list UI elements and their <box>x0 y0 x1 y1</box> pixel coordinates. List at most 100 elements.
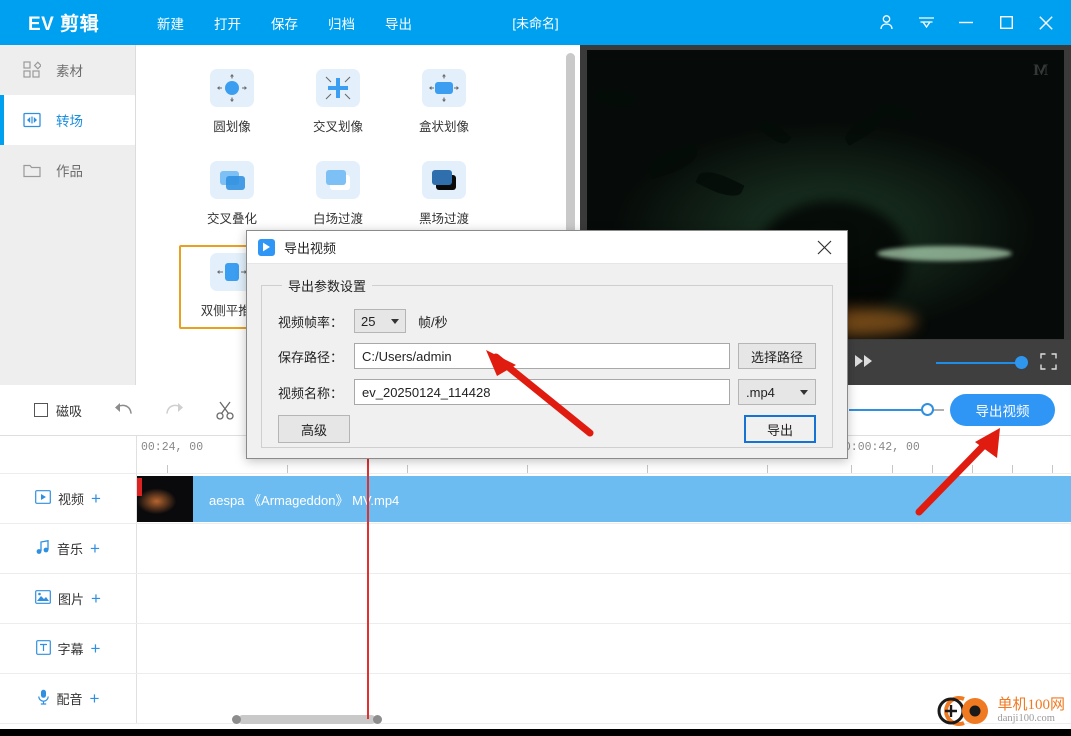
music-icon <box>36 539 50 558</box>
menu-open[interactable]: 打开 <box>212 9 243 37</box>
main-menu-icon[interactable] <box>915 12 937 34</box>
transition-item-box-wipe[interactable]: 盒状划像 <box>391 61 497 145</box>
white-fade-icon <box>316 161 360 199</box>
clip-edge-marker <box>137 478 142 496</box>
magnet-label: 磁吸 <box>56 403 83 419</box>
track-label-voiceover[interactable]: 配音 + <box>0 674 137 723</box>
chevron-down-icon <box>391 318 399 324</box>
zoom-slider-tail <box>934 409 944 411</box>
track-body-image[interactable] <box>137 574 1071 623</box>
minimize-icon[interactable] <box>955 12 977 34</box>
menu-export[interactable]: 导出 <box>383 9 414 37</box>
track-label-image[interactable]: 图片 + <box>0 574 137 623</box>
track-label-video[interactable]: 视频 + <box>0 474 137 523</box>
menu-archive[interactable]: 归档 <box>326 9 357 37</box>
track-name: 字幕 <box>57 642 84 657</box>
fullscreen-icon[interactable] <box>1040 352 1057 373</box>
fps-select[interactable]: 25 <box>354 309 406 333</box>
sidebar-item-works[interactable]: 作品 <box>0 145 135 195</box>
clip-name: aespa 《Armageddon》 MV.mp4 <box>209 492 400 508</box>
track-body-subtitle[interactable] <box>137 624 1071 673</box>
window-controls <box>875 0 1057 45</box>
volume-slider-handle[interactable] <box>1015 355 1028 369</box>
ruler-tick <box>767 465 768 473</box>
advanced-button[interactable]: 高级 <box>278 415 350 443</box>
playhead[interactable] <box>361 418 375 719</box>
ruler-tick <box>972 465 973 473</box>
transition-item-black-fade[interactable]: 黑场过渡 <box>391 153 497 237</box>
black-fade-icon <box>422 161 466 199</box>
sidebar-item-material[interactable]: 素材 <box>0 45 135 95</box>
ruler-tick <box>1012 465 1013 473</box>
track-body-video[interactable]: aespa 《Armageddon》 MV.mp4 <box>137 474 1071 523</box>
export-dialog-icon <box>258 238 275 256</box>
preview-light-right <box>877 246 1012 261</box>
video-name-row: 视频名称： ev_20250124_114428 .mp4 <box>278 379 816 405</box>
transition-label: 盒状划像 <box>418 120 469 134</box>
dialog-export-button[interactable]: 导出 <box>744 415 816 443</box>
preview-leaf <box>756 115 792 149</box>
save-path-row: 保存路径： C:/Users/admin 选择路径 <box>278 343 816 369</box>
fast-forward-icon[interactable] <box>854 354 874 371</box>
transition-item-circle-wipe[interactable]: 圆划像 <box>179 61 285 145</box>
scrollbar-handle-right[interactable] <box>373 715 382 724</box>
transition-label: 白场过渡 <box>312 212 363 226</box>
add-subtitle-track-button[interactable]: + <box>91 640 101 657</box>
export-video-button[interactable]: 导出视频 <box>950 394 1055 426</box>
user-account-icon[interactable] <box>875 12 897 34</box>
magnet-checkbox[interactable] <box>34 403 48 417</box>
microphone-icon <box>37 689 50 708</box>
timeline-clip[interactable]: aespa 《Armageddon》 MV.mp4 <box>137 476 1071 522</box>
chevron-down-icon <box>800 389 808 395</box>
ruler-tick <box>407 465 408 473</box>
timeline-panel: 00:24, 00 00:00:42, 00 视频 + aespa 《Armag… <box>0 418 1071 736</box>
ruler-tick <box>851 465 852 473</box>
format-select[interactable]: .mp4 <box>738 379 816 405</box>
sidebar-label-transition: 转场 <box>56 114 83 129</box>
maximize-icon[interactable] <box>995 12 1017 34</box>
redo-icon[interactable] <box>164 401 186 420</box>
video-name-input[interactable]: ev_20250124_114428 <box>354 379 730 405</box>
fps-value: 25 <box>361 313 376 329</box>
preview-leaf <box>593 85 637 111</box>
grid-icon <box>22 60 42 80</box>
ruler-tick <box>287 465 288 473</box>
dialog-title: 导出视频 <box>284 240 337 256</box>
choose-path-button[interactable]: 选择路径 <box>738 343 816 369</box>
menu-new[interactable]: 新建 <box>155 9 186 37</box>
transition-item-white-fade[interactable]: 白场过渡 <box>285 153 391 237</box>
preview-leaf <box>644 142 702 180</box>
menu-save[interactable]: 保存 <box>269 9 300 37</box>
track-body-music[interactable] <box>137 524 1071 573</box>
add-image-track-button[interactable]: + <box>91 590 101 607</box>
track-label-subtitle[interactable]: 字幕 + <box>0 624 137 673</box>
dialog-buttons-row: 高级 导出 <box>278 415 816 443</box>
track-label-music[interactable]: 音乐 + <box>0 524 137 573</box>
magnet-toggle[interactable]: 磁吸 <box>34 401 82 420</box>
dialog-close-icon[interactable] <box>811 234 837 260</box>
add-music-track-button[interactable]: + <box>90 540 100 557</box>
transition-label: 交叉划像 <box>312 120 363 134</box>
transition-item-cross-wipe[interactable]: 交叉划像 <box>285 61 391 145</box>
timeline-zoom-handle[interactable] <box>921 403 934 416</box>
watermark-logo-icon <box>937 696 989 726</box>
add-voiceover-track-button[interactable]: + <box>90 690 100 707</box>
cross-dissolve-icon <box>210 161 254 199</box>
scrollbar-handle-left[interactable] <box>232 715 241 724</box>
subtitle-icon <box>35 639 51 658</box>
timeline-scrollbar-thumb[interactable] <box>238 715 376 724</box>
undo-icon[interactable] <box>112 401 134 420</box>
transition-item-cross-dissolve[interactable]: 交叉叠化 <box>179 153 285 237</box>
save-path-input[interactable]: C:/Users/admin <box>354 343 730 369</box>
scissors-icon[interactable] <box>216 401 234 420</box>
timeline-scrollbar[interactable] <box>232 715 382 724</box>
volume-slider[interactable] <box>936 355 1028 369</box>
bottom-edge <box>0 729 1071 736</box>
timeline-zoom-slider[interactable] <box>849 403 944 416</box>
sidebar-item-transition[interactable]: 转场 <box>0 95 135 145</box>
main-menu: 新建 打开 保存 归档 导出 <box>155 9 414 37</box>
image-icon <box>35 590 51 607</box>
close-icon[interactable] <box>1035 12 1057 34</box>
add-video-track-button[interactable]: + <box>91 490 101 507</box>
transition-icon <box>22 110 42 130</box>
